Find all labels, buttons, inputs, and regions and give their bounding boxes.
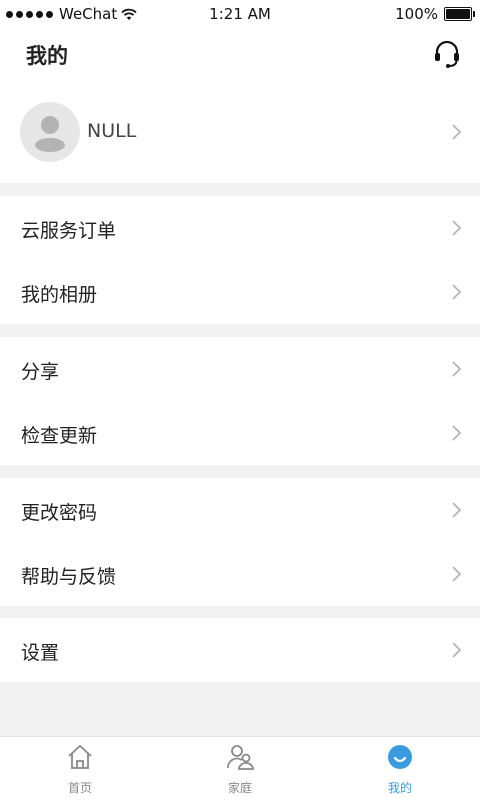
tab-home[interactable]: 首页 <box>0 737 160 801</box>
tab-label: 家庭 <box>227 781 252 795</box>
status-bar-right: 100% <box>395 5 475 23</box>
menu-item-label: 检查更新 <box>21 425 98 447</box>
menu-item-share[interactable]: 分享 <box>0 337 480 401</box>
chevron-right-icon <box>452 220 462 236</box>
user-icon <box>35 116 65 152</box>
chevron-right-icon <box>452 642 462 658</box>
menu-item-settings[interactable]: 设置 <box>0 618 480 682</box>
tab-label: 首页 <box>67 781 92 795</box>
menu-group-1: 云服务订单 我的相册 <box>0 196 480 324</box>
headset-icon[interactable] <box>432 39 462 69</box>
menu-item-check-update[interactable]: 检查更新 <box>0 401 480 465</box>
battery-percent: 100% <box>395 5 438 23</box>
status-bar: WeChat 1:21 AM 100% <box>0 0 480 28</box>
chevron-right-icon <box>452 502 462 518</box>
chevron-right-icon <box>452 566 462 582</box>
battery-fill <box>446 9 470 19</box>
avatar[interactable] <box>20 102 80 162</box>
home-icon <box>68 745 92 769</box>
menu-group-4: 设置 <box>0 618 480 682</box>
tab-family[interactable]: 家庭 <box>160 737 320 801</box>
page-title: 我的 <box>26 44 68 68</box>
menu-item-label: 我的相册 <box>21 284 98 306</box>
chevron-right-icon <box>452 425 462 441</box>
menu-item-label: 设置 <box>21 642 60 664</box>
page-header: 我的 <box>0 28 480 82</box>
menu-item-label: 更改密码 <box>21 502 98 524</box>
chevron-right-icon <box>452 124 462 140</box>
menu-item-label: 帮助与反馈 <box>21 566 117 588</box>
chevron-right-icon <box>452 284 462 300</box>
username: NULL <box>87 120 137 142</box>
menu-item-cloud-orders[interactable]: 云服务订单 <box>0 196 480 260</box>
menu-group-2: 分享 检查更新 <box>0 337 480 465</box>
menu-item-change-password[interactable]: 更改密码 <box>0 478 480 542</box>
menu-item-my-album[interactable]: 我的相册 <box>0 260 480 324</box>
family-icon <box>227 745 254 770</box>
menu-item-label: 云服务订单 <box>21 220 117 242</box>
tab-bar: 首页 家庭 我的 <box>0 736 480 801</box>
menu-item-label: 分享 <box>21 361 60 383</box>
tab-label: 我的 <box>387 781 412 795</box>
menu-item-help-feedback[interactable]: 帮助与反馈 <box>0 542 480 606</box>
profile-icon <box>388 745 412 769</box>
battery-icon <box>444 7 475 21</box>
tab-mine[interactable]: 我的 <box>320 737 480 801</box>
chevron-right-icon <box>452 361 462 377</box>
menu-group-3: 更改密码 帮助与反馈 <box>0 478 480 606</box>
profile-card[interactable]: NULL <box>0 82 480 183</box>
